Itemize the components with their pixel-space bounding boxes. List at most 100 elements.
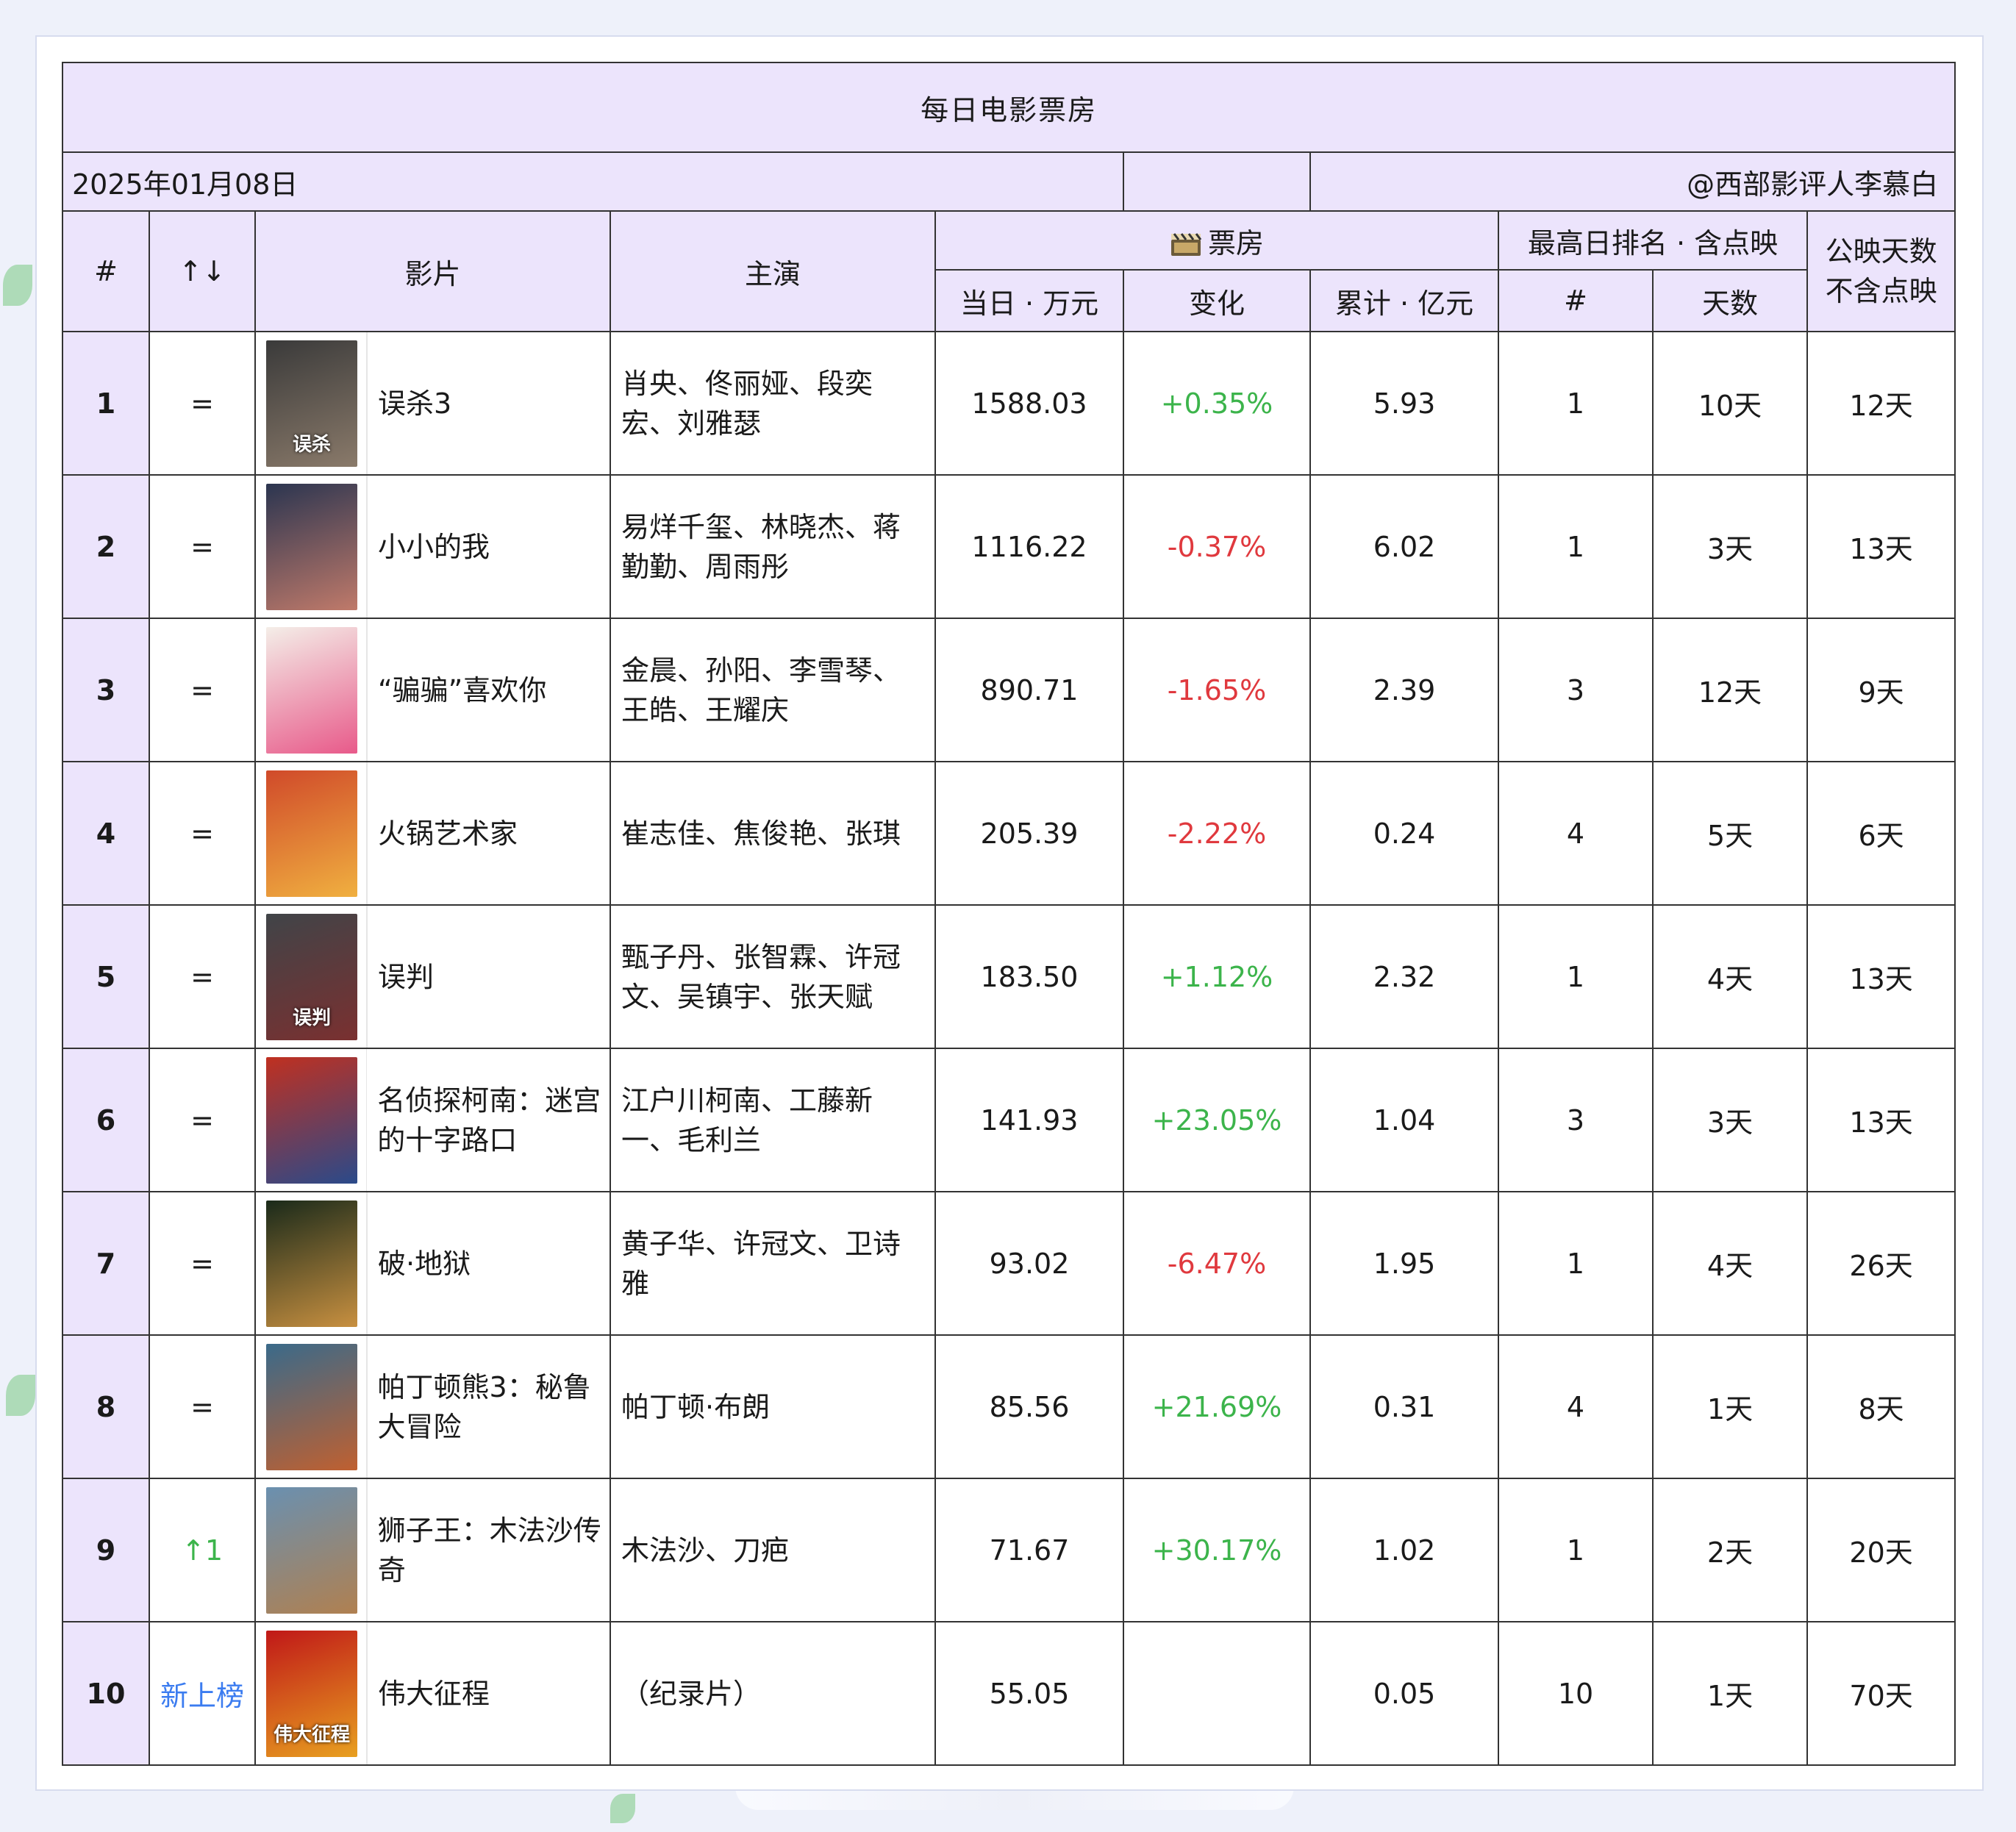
film-title: 狮子王：木法沙传奇 [377,1514,601,1586]
change-percent-cell: +21.69% [1123,1334,1311,1479]
film-title: 伟大征程 [378,1677,490,1710]
daily-gross-cell: 1116.22 [934,474,1124,619]
film-cell: “骗骗”喜欢你 [254,618,611,762]
cast-cell: 黄子华、许冠文、卫诗雅 [610,1191,936,1336]
best-rank-days-cell: 1天 [1652,1334,1808,1479]
cumulative-gross-cell: 2.32 [1309,904,1499,1049]
movie-poster [266,483,357,610]
release-days-cell: 13天 [1806,474,1956,619]
cumulative-gross-cell: 1.04 [1309,1048,1499,1192]
movie-poster: 伟大征程 [266,1630,357,1757]
cumulative-gross-cell: 0.05 [1309,1621,1499,1766]
table-row: 4 = 火锅艺术家 崔志佳、焦俊艳、张琪 205.39 -2.22% 0.24 4 5天 6天 [62,761,1956,906]
best-rank-cell: 3 [1498,618,1654,762]
release-days-cell: 12天 [1806,331,1956,476]
best-rank-days-cell: 1天 [1652,1621,1808,1766]
cast-cell: 易烊千玺、林晓杰、蒋勤勤、周雨彤 [610,474,936,619]
movie-poster [266,1486,357,1614]
table-row: 6 = 名侦探柯南：迷宫的十字路口 江户川柯南、工藤新一、毛利兰 141.93 +23.0… [62,1048,1956,1192]
film-cell: 误判 误判 [254,904,611,1049]
table-title: 每日电影票房 [61,62,1956,153]
release-days-cell: 70天 [1806,1621,1956,1766]
cast-cell: 金晨、孙阳、李雪琴、王皓、王耀庆 [610,618,936,762]
cumulative-gross-cell: 1.95 [1309,1191,1499,1336]
rank-cell: 5 [62,904,150,1049]
table-row: 9 ↑1 狮子王：木法沙传奇 木法沙、刀疤 71.67 +30.17% 1.02 1 2天 20天 [62,1478,1956,1622]
best-rank-cell: 3 [1498,1048,1654,1192]
best-rank-cell: 10 [1498,1621,1654,1766]
best-rank-cell: 1 [1498,904,1654,1049]
best-rank-cell: 1 [1498,331,1654,476]
release-days-cell: 8天 [1806,1334,1956,1479]
daily-gross-cell: 183.50 [934,904,1124,1049]
rank-change-cell: 新上榜 [149,1621,256,1766]
rank-cell: 1 [62,331,150,476]
poster-lettering: 误杀 [292,433,331,456]
film-clapper-icon [1170,232,1202,256]
change-percent-cell: -1.65% [1123,618,1311,762]
rank-cell: 6 [62,1048,150,1192]
release-days-cell: 13天 [1806,1048,1956,1192]
table-row: 5 = 误判 误判 甄子丹、张智霖、许冠文、吴镇宇、张天赋 183.50 +1.12% 2.3… [62,904,1956,1049]
release-days-cell: 9天 [1806,618,1956,762]
best-rank-days-cell: 12天 [1652,618,1808,762]
box-office-table: 每日电影票房 2025年01月08日 @西部影评人李慕白 # ↑↓ 影片 主演 … [61,62,1956,1766]
rank-change-cell: = [149,1048,256,1192]
daily-gross-cell: 71.67 [934,1478,1124,1622]
header-best-days: 天数 [1652,269,1808,332]
best-rank-days-cell: 4天 [1652,904,1808,1049]
header-rank: # [62,210,150,332]
film-title: 名侦探柯南：迷宫的十字路口 [377,1084,601,1156]
table-row: 3 = “骗骗”喜欢你 金晨、孙阳、李雪琴、王皓、王耀庆 890.71 -1.65% 2.3… [62,618,1956,762]
author-credit: @西部影评人李慕白 [1309,151,1956,212]
cast-cell: 木法沙、刀疤 [610,1478,936,1622]
film-cell: 伟大征程 伟大征程 [254,1621,611,1766]
rank-cell: 3 [62,618,150,762]
rank-change-cell: = [149,474,256,619]
release-days-cell: 26天 [1806,1191,1956,1336]
header-delta: 变化 [1123,269,1311,332]
blank-cell [1123,151,1311,212]
poster-lettering: 误判 [292,1006,331,1029]
change-percent-cell: -0.37% [1123,474,1311,619]
movie-poster [266,770,357,897]
rank-cell: 2 [62,474,150,619]
film-cell: 破·地狱 [254,1191,611,1336]
leaf-decoration [6,1375,35,1416]
header-film: 影片 [254,210,611,332]
change-percent-cell: +30.17% [1123,1478,1311,1622]
change-percent-cell [1123,1621,1311,1766]
header-release-days: 公映天数 不含点映 [1806,210,1956,332]
cumulative-gross-cell: 0.31 [1309,1334,1499,1479]
header-best-rank: # [1498,269,1654,332]
change-percent-cell: -2.22% [1123,761,1311,906]
rank-cell: 4 [62,761,150,906]
movie-poster [266,1056,357,1184]
best-rank-cell: 4 [1498,1334,1654,1479]
header-change: ↑↓ [149,210,256,332]
report-date: 2025年01月08日 [62,151,1124,212]
movie-poster: 误判 [266,913,357,1040]
rank-change-cell: = [149,1334,256,1479]
table-row: 10 新上榜 伟大征程 伟大征程 （纪录片） 55.05 0.05 10 1天 70天 [62,1621,1956,1766]
best-rank-days-cell: 3天 [1652,1048,1808,1192]
table-row: 2 = 小小的我 易烊千玺、林晓杰、蒋勤勤、周雨彤 1116.22 -0.37% 6.02 1… [62,474,1956,619]
daily-gross-cell: 205.39 [934,761,1124,906]
best-rank-days-cell: 10天 [1652,331,1808,476]
rank-cell: 9 [62,1478,150,1622]
best-rank-days-cell: 2天 [1652,1478,1808,1622]
change-percent-cell: +23.05% [1123,1048,1311,1192]
cast-cell: 崔志佳、焦俊艳、张琪 [610,761,936,906]
daily-gross-cell: 93.02 [934,1191,1124,1336]
best-rank-cell: 1 [1498,1478,1654,1622]
daily-gross-cell: 141.93 [934,1048,1124,1192]
movie-poster: 误杀 [266,340,357,467]
change-percent-cell: +1.12% [1123,904,1311,1049]
cumulative-gross-cell: 1.02 [1309,1478,1499,1622]
best-rank-cell: 4 [1498,761,1654,906]
rank-cell: 7 [62,1191,150,1336]
cast-cell: （纪录片） [610,1621,936,1766]
daily-gross-cell: 890.71 [934,618,1124,762]
best-rank-cell: 1 [1498,474,1654,619]
cumulative-gross-cell: 6.02 [1309,474,1499,619]
